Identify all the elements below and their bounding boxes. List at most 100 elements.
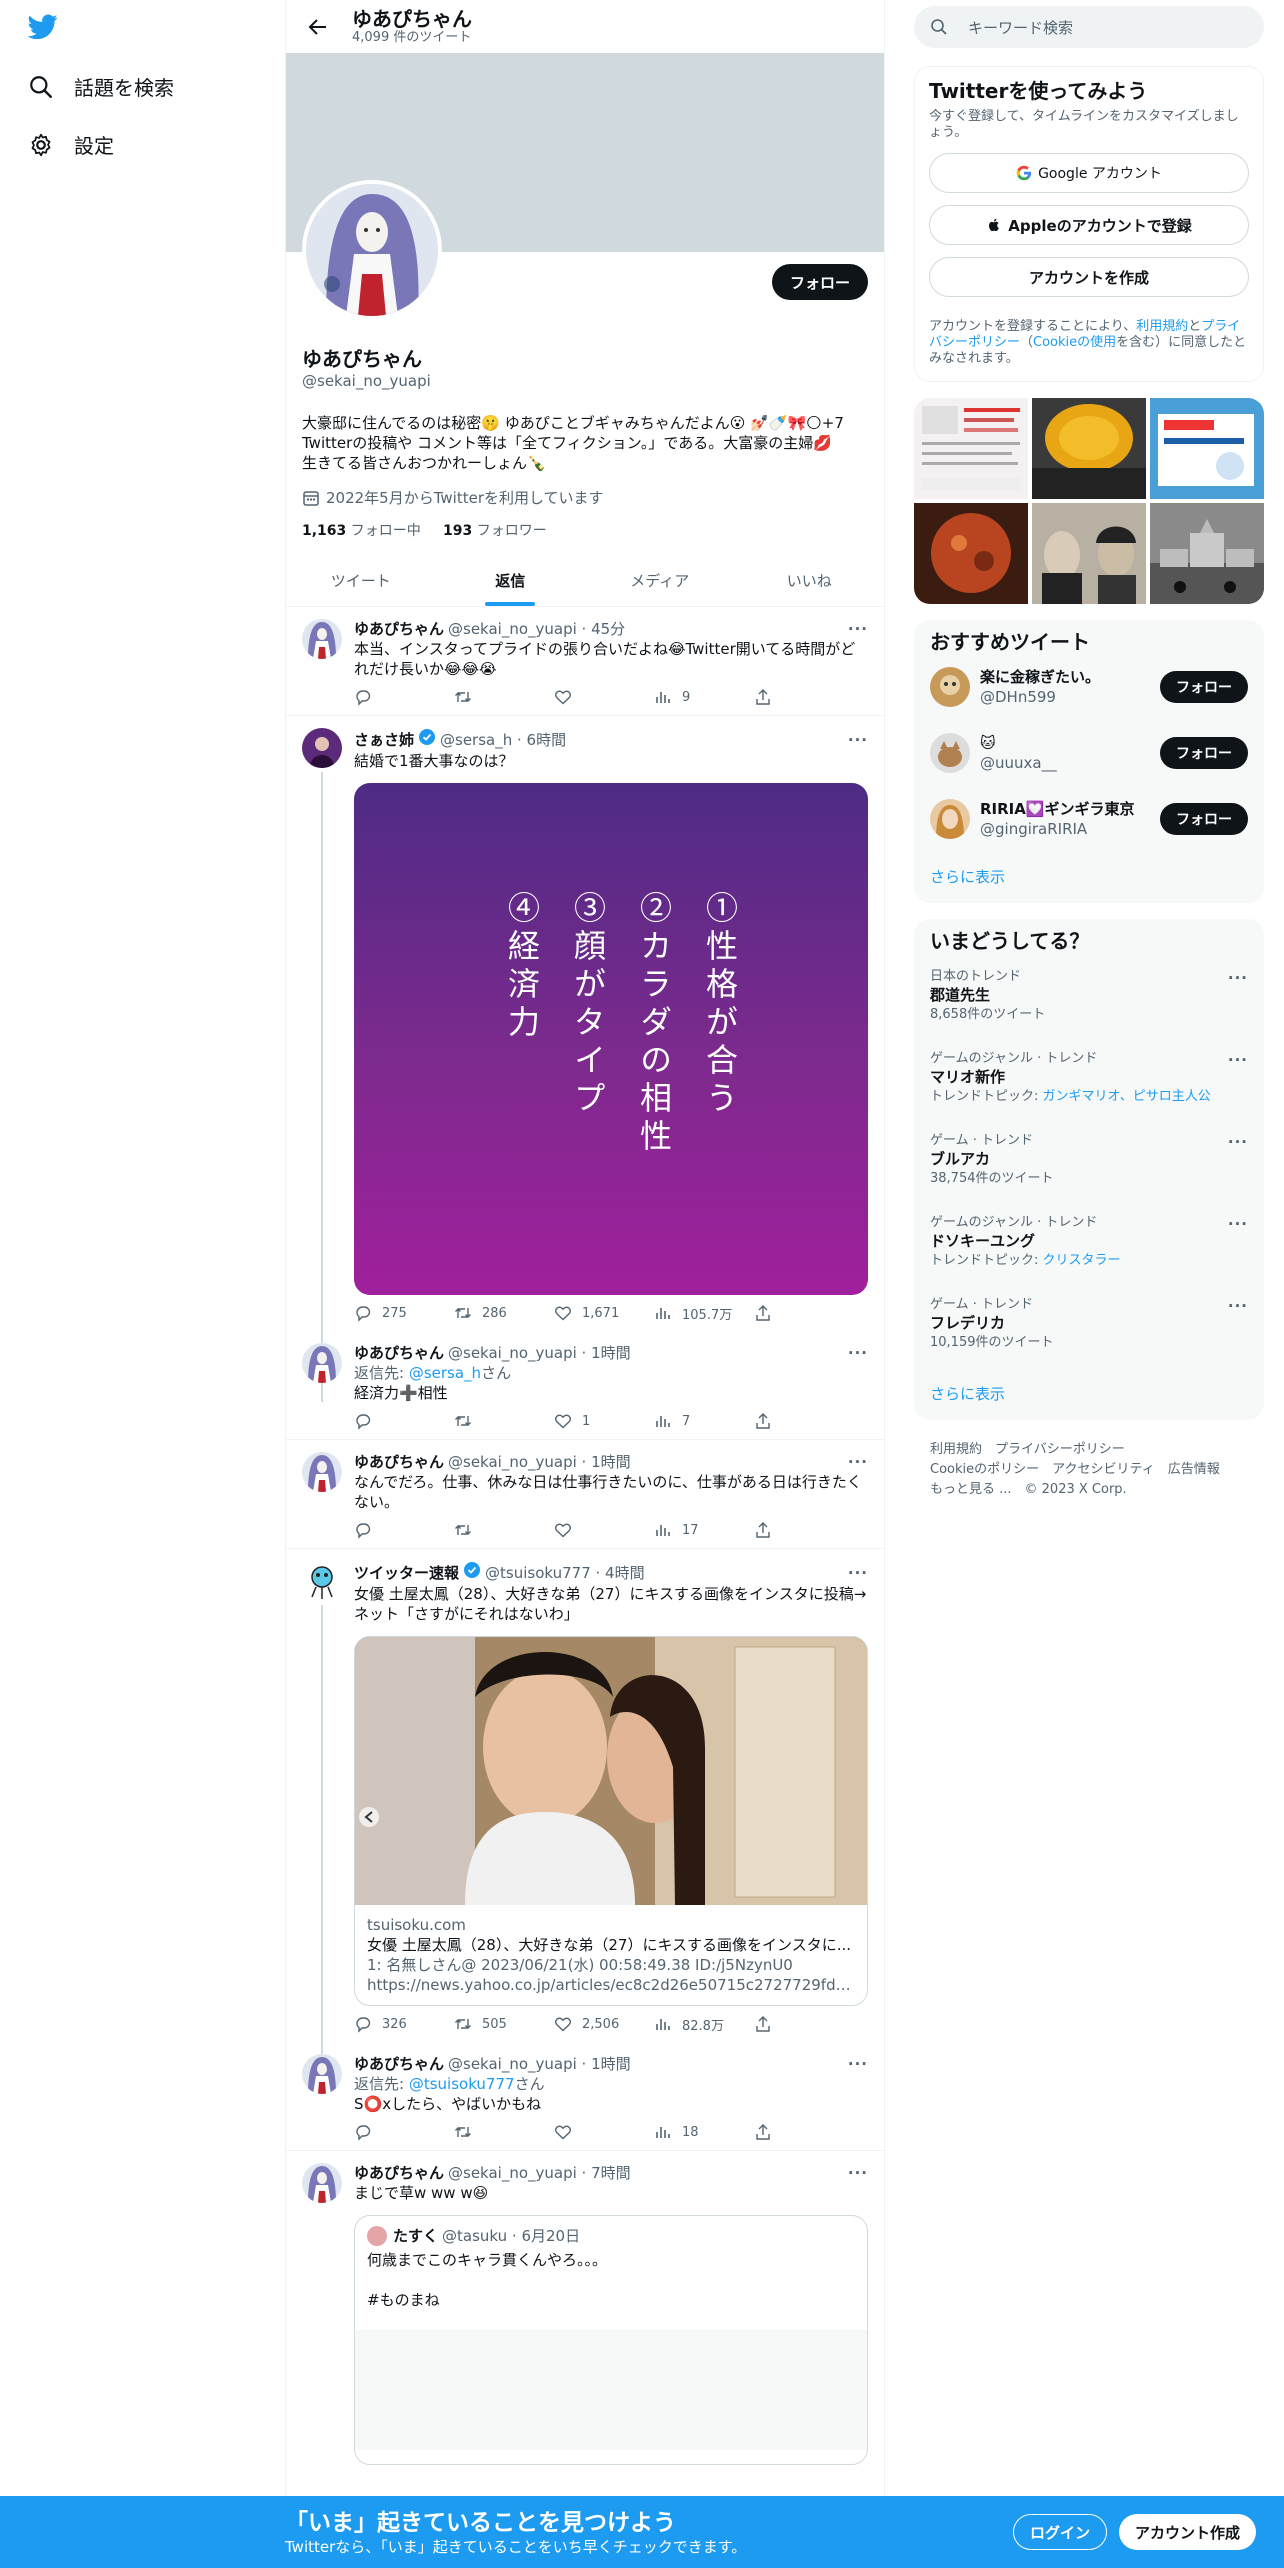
avatar[interactable] [302,1343,342,1383]
trend-item[interactable]: ゲーム · トレンド フレデリカ 10,159件のツイート ··· [914,1287,1264,1369]
like-button[interactable]: 1 [554,1412,654,1430]
retweet-button[interactable] [454,688,554,706]
like-button[interactable] [554,1521,654,1539]
retweet-button[interactable]: 505 [454,2015,554,2033]
nav-settings[interactable]: 設定 [28,130,114,159]
avatar[interactable] [302,1561,342,1601]
tweet[interactable]: ゆあぴちゃん @sekai_no_yuapi · 1時間 ··· なんでだろ。仕事、… [286,1440,884,1549]
more-icon[interactable]: ··· [848,2163,868,2183]
follow-button[interactable]: フォロー [771,264,868,300]
footer-line[interactable]: 利用規約 プライバシーポリシー [930,1440,1248,1460]
tweet-author[interactable]: ゆあぴちゃん [354,619,444,639]
like-button[interactable] [554,688,654,706]
follow-button[interactable]: フォロー [1160,803,1248,835]
more-icon[interactable]: ··· [848,2054,868,2074]
apple-signup-button[interactable]: Appleのアカウントで登録 [929,205,1249,245]
views-button[interactable]: 17 [654,1521,754,1539]
terms-link[interactable]: 利用規約 [1136,319,1188,334]
tweet[interactable]: ゆあぴちゃん @sekai_no_yuapi · 1時間 ··· 返信先: @ser… [286,1331,884,1440]
more-icon[interactable]: ··· [1228,969,1248,987]
retweet-button[interactable]: 286 [454,1304,554,1322]
replying-to-link[interactable]: @sersa_h [409,1364,481,1382]
media-thumb[interactable] [1150,503,1264,604]
google-signup-button[interactable]: Google アカウント [929,153,1249,193]
tweet[interactable]: ゆあぴちゃん @sekai_no_yuapi · 45分 ··· 本当、インスタって… [286,607,884,716]
reply-button[interactable] [354,2123,454,2141]
media-thumb[interactable] [914,503,1028,604]
follow-button[interactable]: フォロー [1160,737,1248,769]
login-button[interactable]: ログイン [1013,2514,1108,2550]
tweet-author[interactable]: ゆあぴちゃん [354,1343,444,1363]
profile-avatar[interactable] [302,180,442,320]
trend-item[interactable]: ゲームのジャンル · トレンド マリオ新作 トレンドトピック: ガンギマリオ、ピ… [914,1041,1264,1123]
media-thumb[interactable] [1032,398,1146,499]
retweet-button[interactable] [454,1521,554,1539]
more-icon[interactable]: ··· [1228,1051,1248,1069]
retweet-button[interactable] [454,1412,554,1430]
share-button[interactable] [754,2123,854,2141]
topic-links[interactable]: ガンギマリオ、ピサロ主人公 [1043,1089,1211,1104]
trend-item[interactable]: 日本のトレンド 郡道先生 8,658件のツイート ··· [914,959,1264,1041]
share-button[interactable] [754,1412,854,1430]
recommended-user[interactable]: 🐱 @uuuxa__ フォロー [914,720,1264,786]
tweet-author[interactable]: ツイッター速報 [354,1563,459,1583]
tab-likes[interactable]: いいね [735,554,885,606]
tweet[interactable]: ツイッター速報 @tsuisoku777 · 4時間 ··· 女優 土屋太鳳（28）… [286,1549,884,2089]
retweet-button[interactable] [454,2123,554,2141]
trend-item[interactable]: ゲーム · トレンド ブルアカ 38,754件のツイート ··· [914,1123,1264,1205]
recommended-user[interactable]: 楽に金稼ぎたい。 @DHn599 フォロー [914,654,1264,720]
reply-button[interactable] [354,1521,454,1539]
following-link[interactable]: 1,163 フォロー中 [302,523,421,539]
replying-to-link[interactable]: @tsuisoku777 [409,2075,515,2093]
share-button[interactable] [754,2015,854,2033]
more-icon[interactable]: ··· [1228,1133,1248,1151]
tweet[interactable]: ゆあぴちゃん @sekai_no_yuapi · 1時間 ··· 返信先: @tsu… [286,2042,884,2151]
trend-item[interactable]: ゲームのジャンル · トレンド ドソキーユング トレンドトピック: クリスタラー… [914,1205,1264,1287]
cookie-link[interactable]: Cookieの使用 [1033,335,1116,350]
follow-button[interactable]: フォロー [1160,671,1248,703]
back-arrow-icon[interactable] [300,9,336,45]
reply-button[interactable]: 275 [354,1304,454,1322]
tweet[interactable]: さぁさ姉 @sersa_h · 6時間 ··· 結婚で1番大事なのは？ ①性格が合う… [286,716,884,1402]
like-button[interactable]: 2,506 [554,2015,654,2033]
like-button[interactable] [554,2123,654,2141]
recommended-user[interactable]: RIRIA💟ギンギラ東京 @gingiraRIRIA フォロー [914,786,1264,852]
footer-line[interactable]: Cookieのポリシー アクセシビリティ 広告情報 [930,1460,1248,1480]
create-account-bottom-button[interactable]: アカウント作成 [1119,2514,1257,2550]
views-button[interactable]: 7 [654,1412,754,1430]
tab-tweets[interactable]: ツイート [286,554,436,606]
tweet-author[interactable]: さぁさ姉 [354,730,414,750]
share-button[interactable] [754,688,854,706]
more-icon[interactable]: ··· [848,1343,868,1363]
reply-button[interactable]: 326 [354,2015,454,2033]
share-button[interactable] [754,1304,854,1322]
more-icon[interactable]: ··· [848,619,868,639]
avatar[interactable] [302,728,342,768]
followers-link[interactable]: 193 フォロワー [443,523,547,539]
media-thumb[interactable] [1150,398,1264,499]
tweet-author[interactable]: ゆあぴちゃん [354,2163,444,2183]
show-more-link[interactable]: さらに表示 [914,852,1264,897]
avatar[interactable] [302,1452,342,1492]
quote-tweet[interactable]: たすく @tasuku · 6月20日 何歳までこのキャラ貫くんやろ。。。 #も… [354,2215,868,2465]
avatar[interactable] [302,619,342,659]
like-button[interactable]: 1,671 [554,1304,654,1322]
media-thumb[interactable] [1032,503,1146,604]
twitter-logo-icon[interactable] [27,14,58,44]
more-icon[interactable]: ··· [848,730,868,750]
views-button[interactable]: 105.7万 [654,1304,754,1323]
views-button[interactable]: 9 [654,688,754,706]
more-icon[interactable]: ··· [1228,1215,1248,1233]
topic-links[interactable]: クリスタラー [1043,1253,1121,1268]
views-button[interactable]: 18 [654,2123,754,2141]
tweet-author[interactable]: ゆあぴちゃん [354,2054,444,2074]
media-thumb[interactable] [914,398,1028,499]
link-card[interactable]: tsuisoku.com 女優 土屋太鳳（28）、大好きな弟（27）にキスする画… [354,1636,868,2006]
share-button[interactable] [754,1521,854,1539]
avatar[interactable] [302,2163,342,2203]
avatar[interactable] [302,2054,342,2094]
tweet-image[interactable]: ①性格が合う ②カラダの相性 ③顔がタイプ ④経済力 [354,783,868,1295]
tab-media[interactable]: メディア [585,554,735,606]
nav-explore[interactable]: 話題を検索 [28,72,174,101]
tweet-author[interactable]: ゆあぴちゃん [354,1452,444,1472]
